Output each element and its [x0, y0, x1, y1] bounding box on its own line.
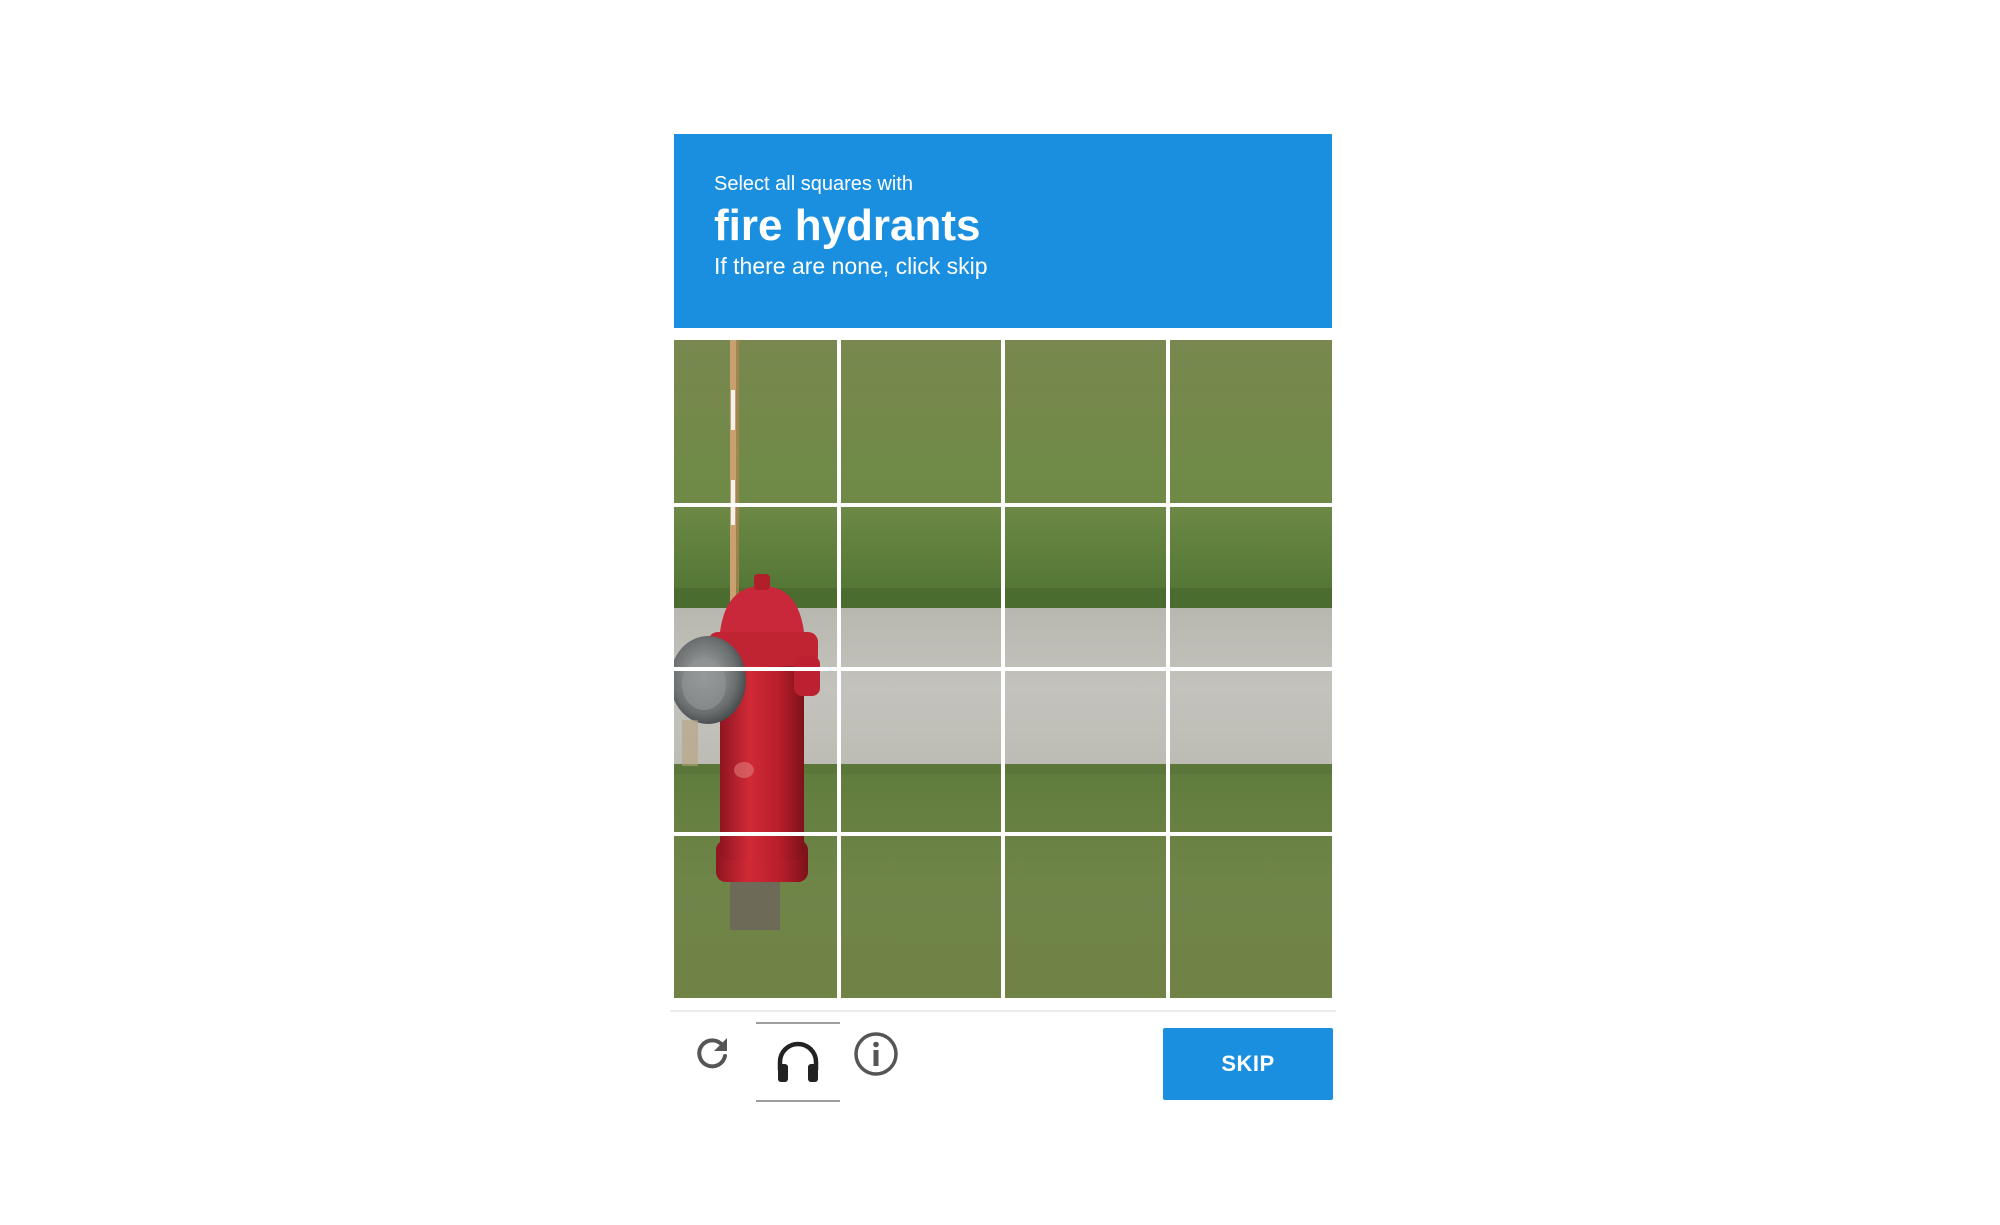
grid-tile[interactable] [1003, 669, 1168, 834]
challenge-header: Select all squares with fire hydrants If… [674, 134, 1332, 328]
reload-button[interactable] [684, 1026, 740, 1082]
grid-tile[interactable] [1167, 504, 1332, 669]
headphones-icon [777, 1041, 819, 1082]
audio-button[interactable] [756, 1022, 840, 1102]
info-icon [854, 1032, 898, 1076]
challenge-footer: SKIP [674, 1012, 1333, 1104]
grid-tile[interactable] [838, 504, 1003, 669]
tile-grid [674, 340, 1332, 998]
reload-icon [697, 1038, 727, 1069]
grid-tile[interactable] [1167, 669, 1332, 834]
skip-button[interactable]: SKIP [1163, 1028, 1333, 1100]
challenge-keyword: fire hydrants [714, 201, 981, 250]
grid-tile[interactable] [1003, 504, 1168, 669]
grid-tile[interactable] [838, 340, 1003, 505]
challenge-hint: If there are none, click skip [714, 253, 988, 279]
grid-tile[interactable] [1003, 340, 1168, 505]
grid-tile[interactable] [838, 669, 1003, 834]
grid-tile[interactable] [838, 833, 1003, 998]
grid-tile[interactable] [674, 669, 839, 834]
challenge-instruction: Select all squares with [714, 173, 913, 195]
grid-tile[interactable] [674, 504, 839, 669]
grid-tile[interactable] [1003, 833, 1168, 998]
image-grid [674, 340, 1332, 998]
captcha-challenge: Select all squares with fire hydrants If… [670, 134, 1336, 1104]
grid-tile[interactable] [1167, 833, 1332, 998]
grid-tile[interactable] [674, 340, 839, 505]
info-button[interactable] [848, 1026, 904, 1082]
grid-tile[interactable] [674, 833, 839, 998]
grid-tile[interactable] [1167, 340, 1332, 505]
